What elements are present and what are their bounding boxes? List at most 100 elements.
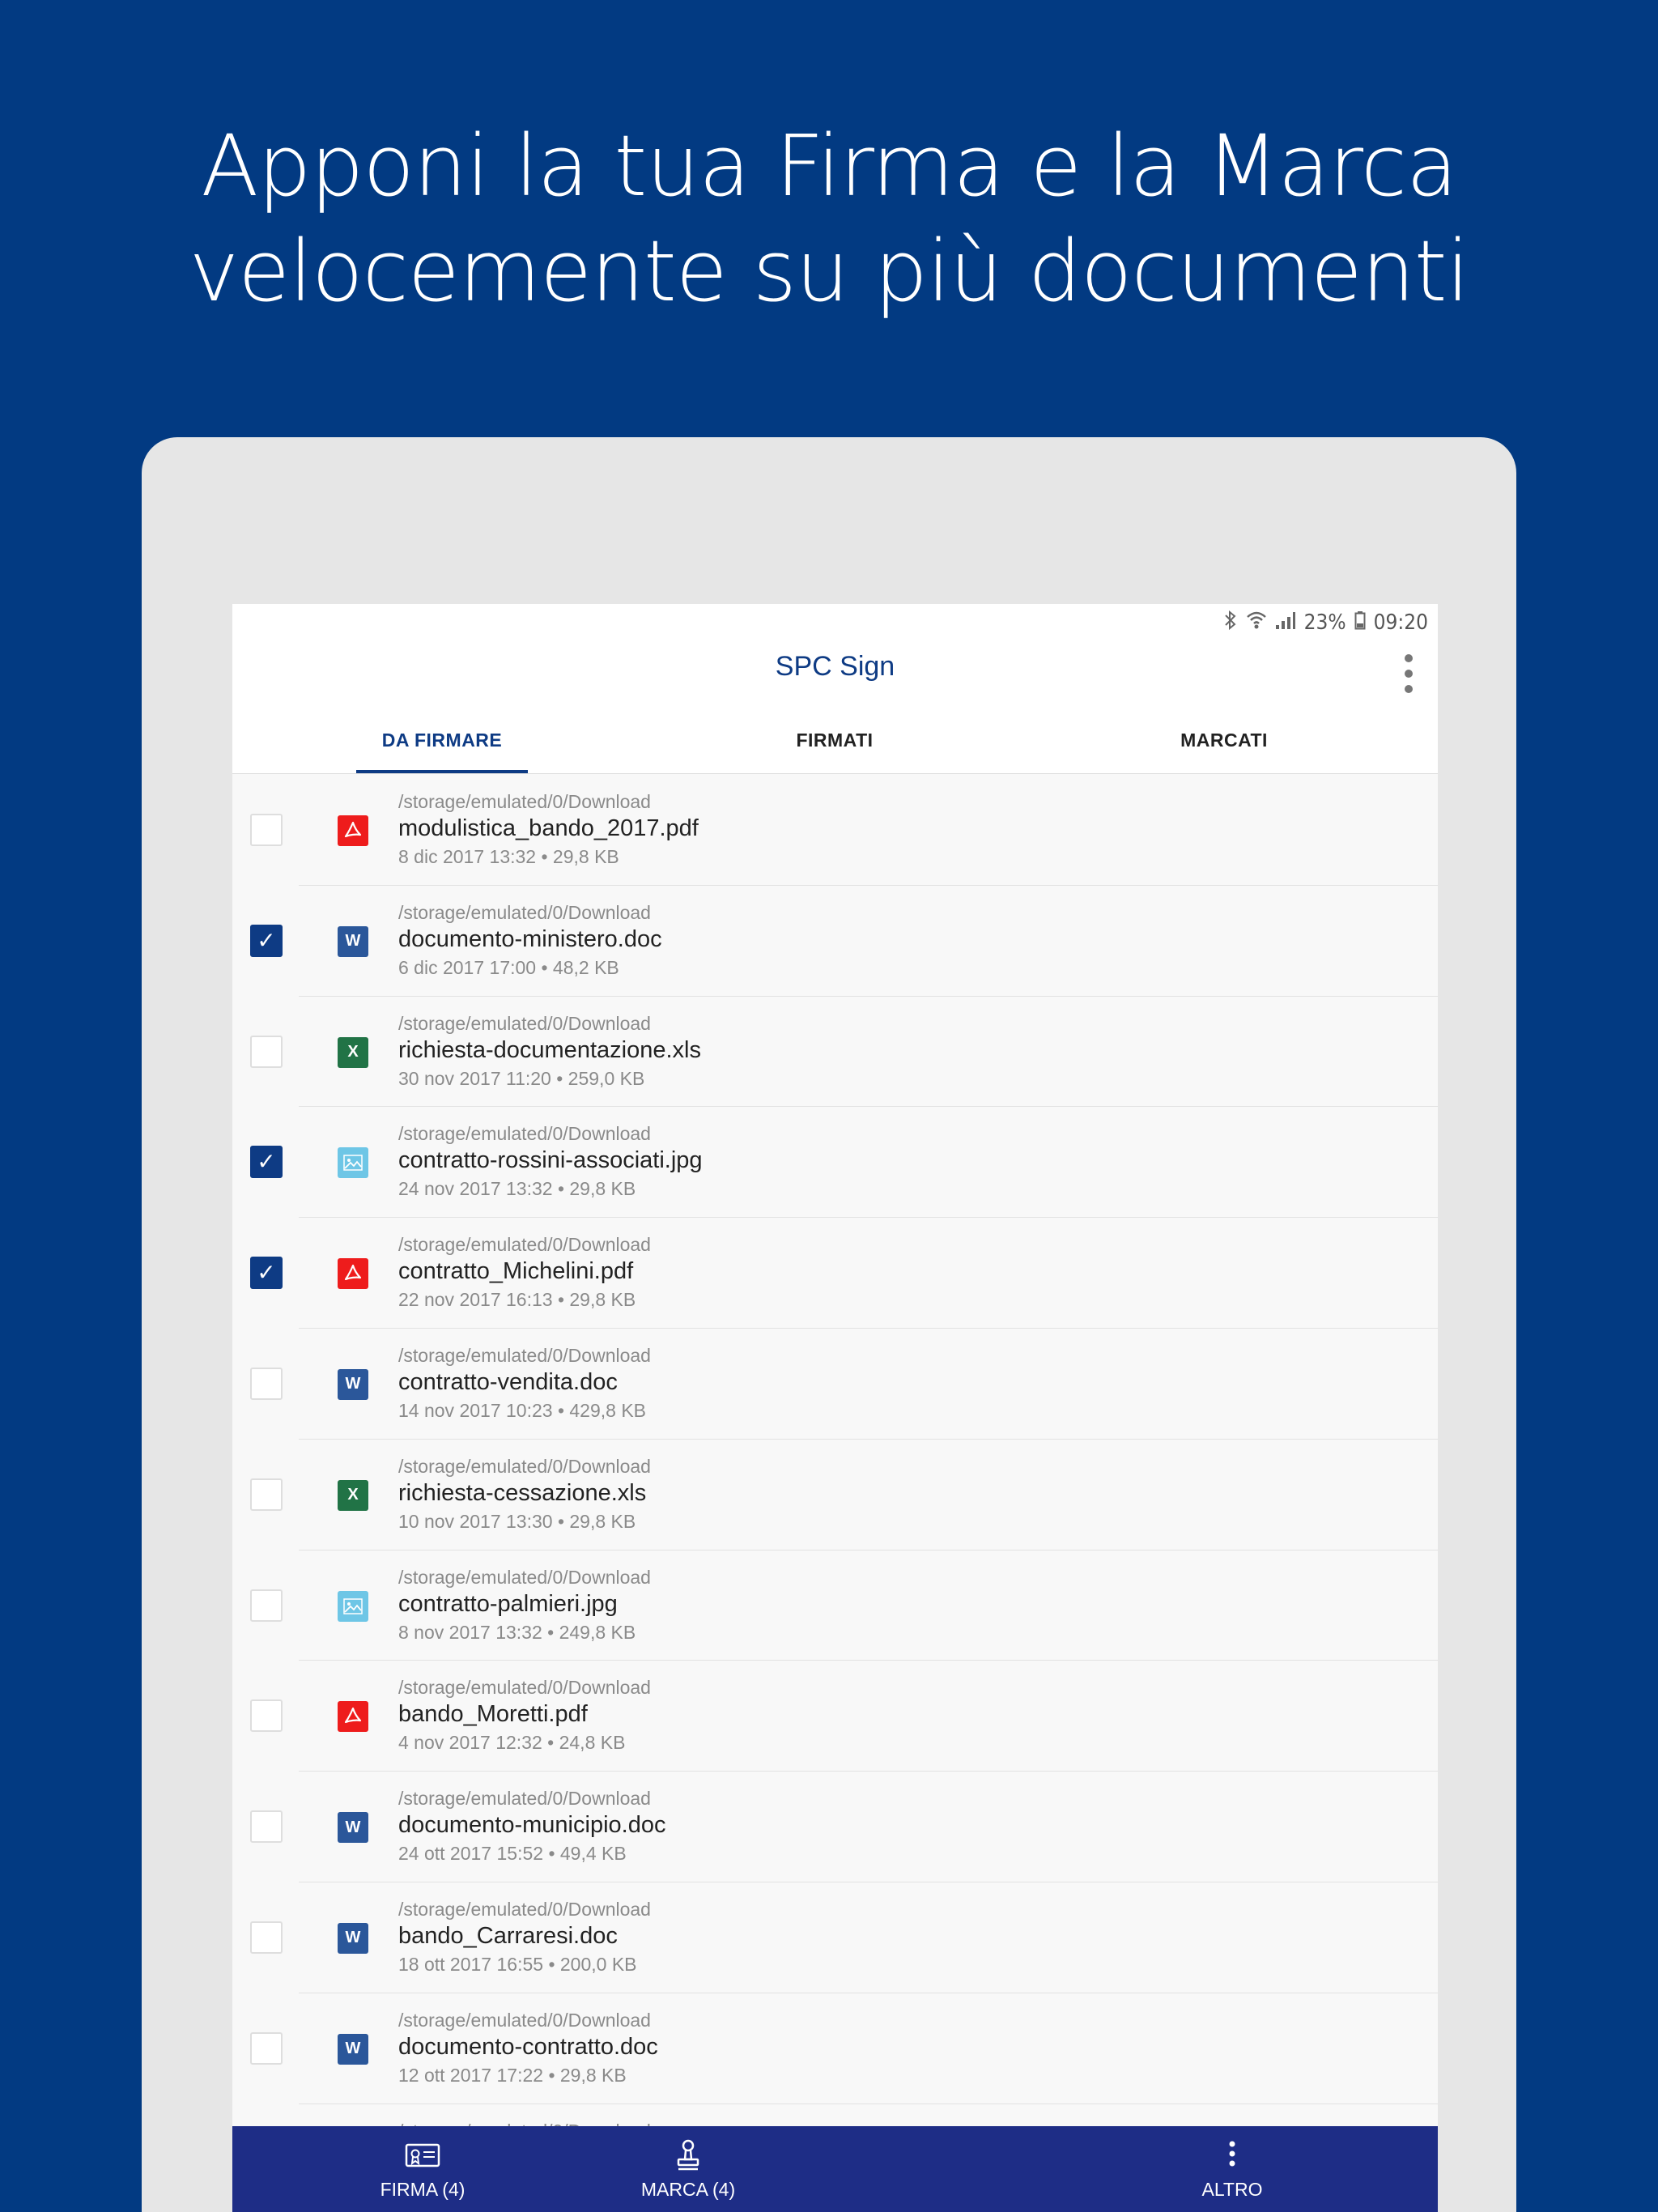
doc-file-icon: W (338, 2033, 368, 2065)
file-meta: 8 nov 2017 13:32 • 249,8 KB (398, 1621, 636, 1643)
bluetooth-icon (1223, 610, 1238, 636)
status-time: 09:20 (1373, 610, 1428, 635)
file-row[interactable]: W/storage/emulated/0/Download contratto-v… (232, 1329, 1438, 1440)
file-name: documento-municipio.doc (398, 1812, 666, 1839)
more-options-icon[interactable] (1402, 654, 1415, 693)
signal-icon (1275, 610, 1296, 636)
stamp-icon (677, 2139, 699, 2170)
file-path: /storage/emulated/0/Download (398, 1012, 651, 1034)
checkmark-icon: ✓ (257, 1260, 276, 1286)
doc-file-icon: W (338, 1368, 368, 1400)
file-meta: 24 nov 2017 13:32 • 29,8 KB (398, 1178, 636, 1200)
altro-label: ALTRO (1201, 2178, 1263, 2200)
file-name: richiesta-documentazione.xls (398, 1036, 701, 1063)
file-name: contratto-palmieri.jpg (398, 1590, 618, 1617)
file-name: bando_Moretti.pdf (398, 1701, 588, 1728)
file-path: /storage/emulated/0/Download (398, 1123, 651, 1145)
file-path: /storage/emulated/0/Download (398, 1788, 651, 1810)
battery-percent: 23% (1303, 610, 1346, 635)
doc-file-icon: W (338, 925, 368, 957)
file-checkbox[interactable] (250, 1810, 283, 1844)
signature-certificate-icon (405, 2143, 440, 2167)
file-row[interactable]: W/storage/emulated/0/Download documento-c… (232, 1993, 1438, 2104)
xls-file-icon: X (338, 1036, 368, 1068)
file-meta: 4 nov 2017 12:32 • 24,8 KB (398, 1732, 626, 1754)
file-checkbox[interactable] (250, 1478, 283, 1511)
file-checkbox[interactable] (250, 1699, 283, 1733)
file-path: /storage/emulated/0/Download (398, 1677, 651, 1699)
pdf-file-icon (338, 1701, 368, 1733)
file-meta: 10 nov 2017 13:30 • 29,8 KB (398, 1510, 636, 1532)
file-checkbox[interactable]: ✓ (250, 1146, 283, 1179)
promo-headline: Apponi la tua Firma e la Marca velocemen… (0, 113, 1658, 324)
app-screen: 23% 09:20 SPC Sign DA FIRMARE FIRMATI MA… (232, 604, 1438, 2212)
headline-line-2: velocemente su più documenti (189, 222, 1470, 321)
file-meta: 24 ott 2017 15:52 • 49,4 KB (398, 1843, 627, 1865)
firma-label: FIRMA (4) (380, 2178, 466, 2200)
file-path: /storage/emulated/0/Download (398, 1455, 651, 1477)
file-path: /storage/emulated/0/Download (398, 1234, 651, 1256)
file-path: /storage/emulated/0/Download (398, 2009, 651, 2031)
file-name: modulistica_bando_2017.pdf (398, 815, 699, 841)
pdf-file-icon (338, 1258, 368, 1290)
doc-file-icon: W (338, 1812, 368, 1844)
file-meta: 22 nov 2017 16:13 • 29,8 KB (398, 1289, 636, 1311)
file-checkbox[interactable] (250, 1921, 283, 1954)
file-row[interactable]: W/storage/emulated/0/Download documento-m… (232, 1772, 1438, 1882)
file-path: /storage/emulated/0/Download (398, 1566, 651, 1588)
file-name: contratto-rossini-associati.jpg (398, 1147, 703, 1174)
file-meta: 12 ott 2017 17:22 • 29,8 KB (398, 2064, 627, 2086)
file-row[interactable]: ✓ W/storage/emulated/0/Download documento-… (232, 886, 1438, 997)
file-checkbox[interactable] (250, 1035, 283, 1068)
file-meta: 6 dic 2017 17:00 • 48,2 KB (398, 956, 619, 978)
doc-file-icon: W (338, 1922, 368, 1954)
headline-line-1: Apponi la tua Firma e la Marca (201, 117, 1458, 215)
file-checkbox[interactable] (250, 2031, 283, 2065)
file-row[interactable]: /storage/emulated/0/Download contratto-pa… (232, 1551, 1438, 1661)
more-vertical-icon (1229, 2141, 1235, 2166)
pdf-file-icon (338, 815, 368, 846)
file-checkbox[interactable]: ✓ (250, 1257, 283, 1290)
file-checkbox[interactable] (250, 1367, 283, 1400)
file-row[interactable]: ✓ /storage/emulated/0/Download contratto-r… (232, 1107, 1438, 1218)
file-path: /storage/emulated/0/Download (398, 1344, 651, 1366)
tab-marcati[interactable]: MARCATI (1103, 706, 1346, 774)
tab-firmati[interactable]: FIRMATI (713, 706, 956, 774)
file-checkbox[interactable]: ✓ (250, 924, 283, 957)
file-list: /storage/emulated/0/Download modulistica_… (232, 775, 1438, 2212)
jpg-file-icon (338, 1590, 368, 1622)
file-row[interactable]: ✓ /storage/emulated/0/Download contratto_M… (232, 1218, 1438, 1329)
file-name: bando_Carraresi.doc (398, 1922, 618, 1949)
active-tab-indicator (356, 770, 528, 773)
marca-button[interactable]: MARCA (4) (599, 2126, 777, 2212)
jpg-file-icon (338, 1147, 368, 1179)
file-checkbox[interactable] (250, 814, 283, 846)
file-path: /storage/emulated/0/Download (398, 1898, 651, 1920)
file-row[interactable]: /storage/emulated/0/Download modulistica_… (232, 775, 1438, 886)
file-name: contratto-vendita.doc (398, 1368, 618, 1395)
file-row[interactable]: X/storage/emulated/0/Download richiesta-d… (232, 997, 1438, 1108)
checkmark-icon: ✓ (257, 927, 276, 953)
file-checkbox[interactable] (250, 1589, 283, 1622)
xls-file-icon: X (338, 1479, 368, 1511)
firma-button[interactable]: FIRMA (4) (334, 2126, 512, 2212)
file-name: richiesta-cessazione.xls (398, 1479, 647, 1506)
file-path: /storage/emulated/0/Download (398, 791, 651, 812)
checkmark-icon: ✓ (257, 1149, 276, 1175)
tab-bar: DA FIRMARE FIRMATI MARCATI (232, 706, 1438, 774)
tab-da-firmare[interactable]: DA FIRMARE (321, 706, 563, 774)
altro-button[interactable]: ALTRO (1143, 2126, 1321, 2212)
bottom-action-bar: FIRMA (4) MARCA (4) ALTRO (232, 2126, 1438, 2212)
file-meta: 18 ott 2017 16:55 • 200,0 KB (398, 1953, 637, 1975)
file-meta: 14 nov 2017 10:23 • 429,8 KB (398, 1399, 647, 1421)
file-row[interactable]: X/storage/emulated/0/Download richiesta-c… (232, 1440, 1438, 1551)
status-bar: 23% 09:20 (232, 604, 1438, 641)
file-meta: 8 dic 2017 13:32 • 29,8 KB (398, 846, 619, 867)
file-name: contratto_Michelini.pdf (398, 1258, 634, 1285)
file-name: documento-contratto.doc (398, 2033, 658, 2060)
marca-label: MARCA (4) (640, 2178, 736, 2200)
file-path: /storage/emulated/0/Download (398, 901, 651, 923)
file-name: documento-ministero.doc (398, 925, 662, 952)
file-row[interactable]: /storage/emulated/0/Download bando_Morett… (232, 1661, 1438, 1772)
file-row[interactable]: W/storage/emulated/0/Download bando_Carra… (232, 1882, 1438, 1993)
